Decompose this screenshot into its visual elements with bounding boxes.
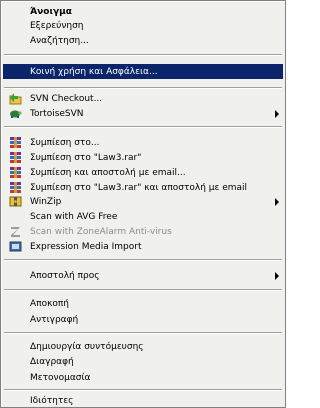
menu-item-send-to[interactable]: Αποστολή προς <box>3 269 283 282</box>
menu-item-label: Scan with AVG Free <box>30 211 118 222</box>
menu-item-label: Αντιγραφή <box>30 314 79 325</box>
menu-item-copy[interactable]: Αντιγραφή <box>3 313 283 326</box>
menu-item-label: Αναζήτηση... <box>30 35 89 46</box>
tortoisesvn-icon <box>9 107 22 120</box>
menu-item-label: Κοινή χρήση και Ασφάλεια... <box>30 66 158 77</box>
menu-item-label: Αποστολή προς <box>30 270 100 281</box>
menu-item-label: Μετονομασία <box>30 372 91 383</box>
menu-item-explore[interactable]: Εξερεύνηση <box>3 19 283 32</box>
menu-item-compress-and-email[interactable]: Συμπίεση και αποστολή με email... <box>3 166 283 179</box>
menu-item-scan-zonealarm: Scan with ZoneAlarm Anti-virus <box>3 225 283 238</box>
winrar-archive-icon <box>9 181 22 194</box>
context-menu: Άνοιγμα Εξερεύνηση Αναζήτηση... Κοινή χρ… <box>0 0 286 408</box>
submenu-arrow-icon <box>275 198 279 206</box>
menu-item-label: Αποκοπή <box>30 298 70 309</box>
menu-item-search[interactable]: Αναζήτηση... <box>3 34 283 47</box>
menu-separator <box>4 332 282 334</box>
menu-item-tortoisesvn[interactable]: TortoiseSVN <box>3 107 283 120</box>
menu-item-label: Διαγραφή <box>30 356 74 367</box>
menu-separator <box>4 54 282 56</box>
menu-item-label: Δημιουργία συντόμευσης <box>30 341 144 352</box>
expression-media-icon <box>9 240 22 253</box>
zonealarm-icon <box>9 225 22 238</box>
menu-separator <box>4 289 282 291</box>
menu-item-winzip[interactable]: WinZip <box>3 195 283 208</box>
menu-separator <box>4 389 282 391</box>
menu-item-label: Συμπίεση και αποστολή με email... <box>30 167 186 178</box>
menu-item-label: Scan with ZoneAlarm Anti-virus <box>30 226 172 237</box>
menu-item-label: Συμπίεση στο "Law3.rar" <box>30 152 142 163</box>
menu-item-sharing-security[interactable]: Κοινή χρήση και Ασφάλεια... <box>3 64 283 79</box>
menu-item-label: Expression Media Import <box>30 241 142 252</box>
menu-item-expression-media-import[interactable]: Expression Media Import <box>3 240 283 253</box>
menu-item-create-shortcut[interactable]: Δημιουργία συντόμευσης <box>3 340 283 353</box>
menu-item-label: Εξερεύνηση <box>30 20 84 31</box>
menu-item-label: Συμπίεση στο "Law3.rar" και αποστολή με … <box>30 182 248 193</box>
winrar-archive-icon <box>9 136 22 149</box>
menu-item-label: Άνοιγμα <box>30 6 72 17</box>
submenu-arrow-icon <box>275 110 279 118</box>
menu-item-compress-law3-and-email[interactable]: Συμπίεση στο "Law3.rar" και αποστολή με … <box>3 181 283 194</box>
winzip-icon <box>9 195 22 208</box>
svn-checkout-icon <box>9 92 22 105</box>
winrar-archive-icon <box>9 166 22 179</box>
menu-separator <box>4 126 282 128</box>
menu-item-svn-checkout[interactable]: SVN Checkout... <box>3 92 283 105</box>
menu-item-scan-avg[interactable]: Scan with AVG Free <box>3 210 283 223</box>
menu-item-add-to-archive[interactable]: Συμπίεση στο... <box>3 136 283 149</box>
menu-separator <box>4 259 282 261</box>
menu-item-label: Ιδιότητες <box>30 395 74 406</box>
menu-separator <box>4 87 282 89</box>
menu-item-cut[interactable]: Αποκοπή <box>3 297 283 310</box>
menu-item-delete[interactable]: Διαγραφή <box>3 355 283 368</box>
submenu-arrow-icon <box>275 272 279 280</box>
menu-item-properties[interactable]: Ιδιότητες <box>3 394 283 407</box>
winrar-archive-icon <box>9 151 22 164</box>
menu-item-rename[interactable]: Μετονομασία <box>3 371 283 384</box>
menu-item-add-to-law3-rar[interactable]: Συμπίεση στο "Law3.rar" <box>3 151 283 164</box>
menu-item-open[interactable]: Άνοιγμα <box>3 5 283 18</box>
